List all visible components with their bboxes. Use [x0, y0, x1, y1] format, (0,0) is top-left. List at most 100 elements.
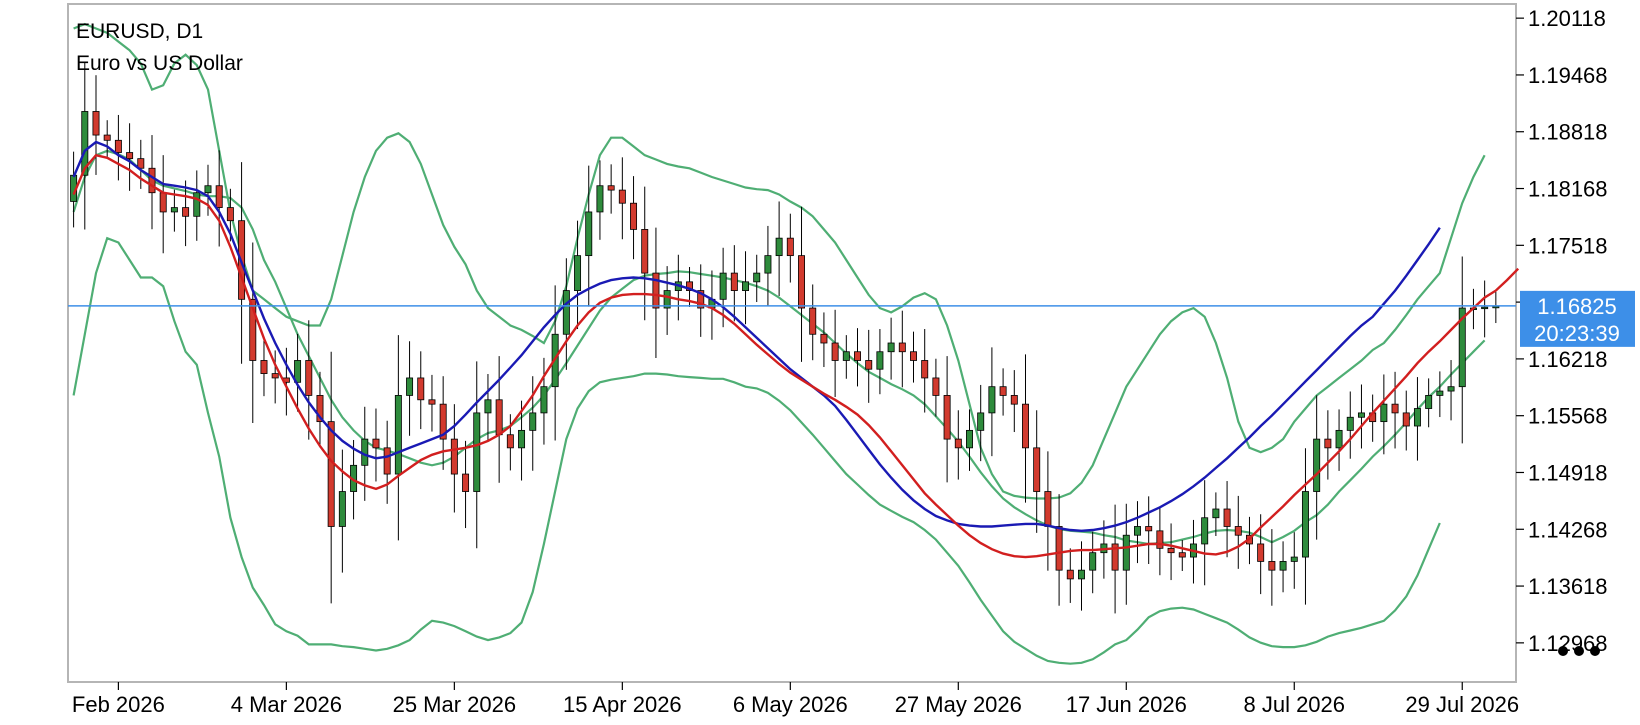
candle-body	[719, 272, 727, 300]
menu-dot	[1558, 646, 1568, 656]
candle-body	[988, 386, 996, 414]
candle	[148, 135, 156, 230]
candle	[910, 331, 917, 383]
candle	[1055, 494, 1063, 606]
candle	[81, 62, 89, 230]
candle	[988, 347, 996, 457]
menu-dot	[1590, 646, 1600, 656]
candle	[484, 374, 492, 442]
candle	[641, 186, 649, 321]
price-axis-label: 1.14268	[1528, 517, 1608, 542]
candle	[260, 339, 268, 397]
candle	[663, 266, 671, 335]
candle	[159, 155, 167, 254]
candle	[305, 320, 313, 440]
candle	[831, 309, 839, 397]
price-axis-label: 1.15568	[1528, 404, 1608, 429]
candle-body	[966, 429, 973, 449]
price-tag-price: 1.16825	[1537, 294, 1617, 319]
candle	[977, 384, 985, 462]
candle-body	[1078, 569, 1085, 580]
candle	[114, 114, 122, 181]
candle-body	[652, 272, 660, 309]
candle-body	[764, 255, 772, 274]
candle-body	[1391, 403, 1399, 414]
candle	[1167, 523, 1175, 581]
candle	[1369, 394, 1377, 442]
time-axis[interactable]: Feb 2026 4 Mar 2026 25 Mar 2026 15 Apr 2026…	[72, 682, 1519, 717]
candle-body	[1313, 438, 1321, 492]
candle-body	[1234, 526, 1242, 536]
candle	[820, 312, 828, 368]
candle	[798, 206, 805, 362]
price-axis-label: 1.19468	[1528, 63, 1608, 88]
candle-body	[540, 386, 548, 414]
candle-body	[641, 229, 649, 274]
candle-body	[506, 434, 514, 449]
price-axis-label: 1.17518	[1528, 233, 1608, 258]
candle	[1324, 410, 1332, 480]
candle-body	[1413, 408, 1421, 427]
candle	[1223, 481, 1231, 558]
price-axis-label: 1.20118	[1528, 6, 1606, 31]
time-axis-label: 25 Mar 2026	[393, 692, 517, 717]
candle-body	[271, 373, 279, 379]
candle	[854, 328, 861, 387]
candle	[1212, 492, 1220, 537]
candle	[887, 317, 895, 380]
candle-body	[775, 237, 783, 257]
candle	[294, 333, 302, 412]
menu-dot	[1574, 646, 1584, 656]
candle-body	[562, 290, 570, 335]
candle-body	[607, 185, 615, 191]
candle-body	[1033, 447, 1041, 492]
candle-body	[943, 395, 951, 440]
candle-body	[495, 399, 503, 436]
candle	[1313, 395, 1321, 540]
candle	[126, 123, 134, 191]
candle-body	[831, 342, 839, 361]
candle-body	[1380, 403, 1388, 423]
candle-body	[820, 333, 828, 344]
slow-ma-line	[72, 140, 1441, 533]
candle	[1492, 291, 1500, 324]
candle-body	[842, 351, 850, 361]
candle	[428, 374, 436, 432]
candle-body	[193, 192, 201, 217]
candle	[607, 164, 615, 214]
candle-body	[1167, 547, 1175, 554]
candle	[1134, 501, 1141, 564]
candle-body	[159, 192, 167, 213]
candle-body	[103, 134, 111, 141]
candle	[954, 410, 962, 480]
candle-body	[854, 351, 861, 361]
candle-body	[394, 395, 402, 475]
candle	[943, 356, 951, 483]
candle-body	[126, 152, 134, 160]
candle	[708, 270, 716, 340]
candle-body	[361, 438, 369, 466]
candle-body	[1402, 412, 1410, 427]
chart-canvas[interactable]: 1.20118 1.19468 1.18818 1.18168 1.17518 1.162…	[0, 0, 1640, 720]
candle-body	[305, 360, 313, 396]
candle-body	[630, 202, 638, 230]
candle	[730, 245, 738, 322]
candle-body	[1279, 561, 1287, 571]
candle-body	[887, 342, 895, 353]
ellipsis-icon[interactable]	[1558, 642, 1604, 660]
candle-body	[1346, 416, 1354, 431]
candle	[921, 329, 929, 413]
candle-body	[1324, 438, 1332, 449]
candlestick-series	[70, 62, 1500, 614]
candle	[809, 284, 817, 361]
candle-body	[809, 307, 817, 335]
price-axis-label: 1.13618	[1528, 574, 1608, 599]
candle	[1044, 451, 1052, 571]
candle-body	[932, 377, 940, 396]
price-tag-countdown: 20:23:39	[1534, 321, 1620, 346]
candle-body	[1055, 526, 1063, 571]
candle	[674, 254, 682, 321]
candle-body	[798, 255, 805, 309]
price-chart[interactable]: 1.20118 1.19468 1.18818 1.18168 1.17518 1.162…	[0, 0, 1640, 720]
time-axis-label: 15 Apr 2026	[563, 692, 682, 717]
